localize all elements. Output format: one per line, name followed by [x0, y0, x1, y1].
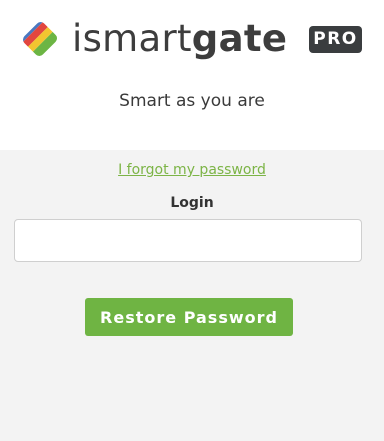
restore-password-panel: I forgot my password Login Restore Passw…	[0, 150, 384, 441]
login-label: Login	[170, 195, 214, 211]
tagline: Smart as you are	[119, 91, 265, 111]
pro-badge: PRO	[309, 26, 362, 53]
brand-name-part2: gate	[191, 17, 288, 60]
header: ismartgate PRO Smart as you are	[0, 0, 384, 150]
login-input[interactable]	[14, 219, 362, 262]
forgot-password-link[interactable]: I forgot my password	[0, 162, 384, 178]
logo: ismartgate PRO	[16, 16, 368, 62]
striped-diamond-logo-icon	[20, 19, 60, 59]
brand-name-part1: ismart	[72, 17, 192, 60]
restore-password-button[interactable]: Restore Password	[85, 298, 293, 336]
brand-wordmark: ismartgate	[72, 19, 287, 59]
